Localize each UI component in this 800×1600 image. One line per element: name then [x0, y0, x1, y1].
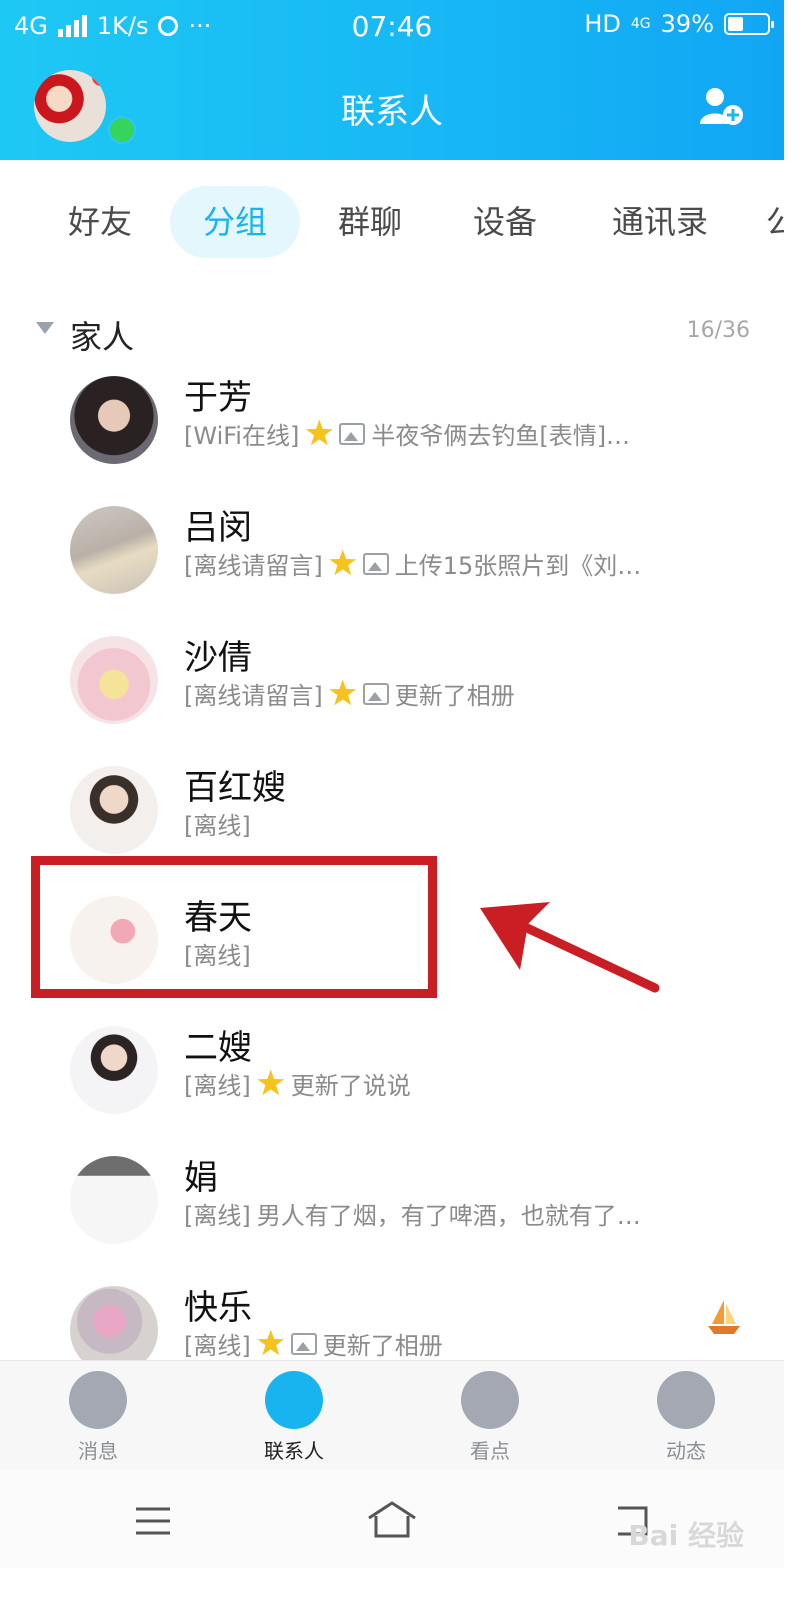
nav-feed[interactable]: 动态 — [626, 1371, 746, 1464]
image-icon — [362, 552, 389, 575]
hd-indicator: HD — [584, 10, 621, 38]
collapse-caret-icon — [36, 322, 54, 334]
tab-public[interactable]: 公 — [766, 186, 784, 258]
list-item[interactable]: 吕闵 [离线请留言] 上传15张照片到《刘… — [0, 484, 784, 614]
highlight-box — [31, 856, 437, 998]
contact-avatar — [70, 1026, 158, 1114]
list-item[interactable]: 沙倩 [离线请留言] 更新了相册 — [0, 614, 784, 744]
sailboat-icon — [708, 1300, 740, 1334]
contact-status-line: [WiFi在线] 半夜爷俩去钓鱼[表情]… — [184, 416, 630, 451]
contact-name: 于芳 — [184, 378, 252, 418]
contact-avatar — [70, 1156, 158, 1244]
nav-messages[interactable]: 消息 — [38, 1371, 158, 1464]
tab-group-chats[interactable]: 群聊 — [310, 186, 430, 258]
contact-status-line: [离线] 男人有了烟，有了啤酒，也就有了… — [184, 1196, 641, 1231]
contact-name: 二嫂 — [184, 1028, 252, 1068]
contact-status: [离线请留言] — [184, 682, 323, 710]
list-item[interactable]: 于芳 [WiFi在线] 半夜爷俩去钓鱼[表情]… — [0, 366, 784, 484]
tab-friends[interactable]: 好友 — [40, 186, 160, 258]
contact-name: 吕闵 — [184, 508, 252, 548]
contact-status: [离线] — [184, 1332, 251, 1360]
contact-avatar — [70, 506, 158, 594]
list-item[interactable]: 娟 [离线] 男人有了烟，有了啤酒，也就有了… — [0, 1134, 784, 1264]
battery-fill — [728, 17, 743, 31]
chat-bubble-icon — [69, 1371, 127, 1429]
contact-status: [离线请留言] — [184, 552, 323, 580]
bottom-navigation: 消息 联系人 看点 动态 — [0, 1360, 784, 1470]
network-type-secondary: 4G — [630, 16, 651, 32]
tab-groups[interactable]: 分组 — [170, 186, 300, 258]
contact-status: [离线] — [184, 1072, 251, 1100]
contact-avatar — [70, 376, 158, 464]
contact-name: 快乐 — [184, 1288, 252, 1328]
star-vip-icon — [329, 679, 357, 706]
nav-label: 看点 — [470, 1439, 510, 1463]
page-title: 联系人 — [341, 92, 443, 132]
star-vip-icon — [257, 1069, 285, 1096]
contact-avatar — [70, 636, 158, 724]
contact-status-line: [离线] 更新了相册 — [184, 1326, 443, 1360]
nav-label: 动态 — [666, 1439, 706, 1463]
contact-update: 上传15张照片到《刘… — [394, 552, 642, 580]
contact-status-line: [离线] 更新了说说 — [184, 1066, 411, 1101]
contact-update: 更新了说说 — [290, 1072, 411, 1100]
system-navigation-bar: Bai 经验 — [0, 1470, 784, 1568]
tab-devices[interactable]: 设备 — [445, 186, 565, 258]
nav-discover[interactable]: 看点 — [430, 1371, 550, 1464]
list-item[interactable]: 二嫂 [离线] 更新了说说 — [0, 1004, 784, 1134]
nav-contacts[interactable]: 联系人 — [234, 1371, 354, 1464]
tab-address-book[interactable]: 通讯录 — [580, 186, 740, 258]
group-header-family[interactable]: 家人 16/36 — [0, 304, 784, 360]
contact-status: [WiFi在线] — [184, 422, 300, 450]
arrow-icon — [480, 902, 660, 993]
group-online-count: 16/36 — [686, 318, 750, 343]
battery-percent: 39% — [660, 10, 714, 38]
nav-label: 联系人 — [264, 1439, 324, 1463]
contact-name: 沙倩 — [184, 638, 252, 678]
star-vip-icon — [329, 549, 357, 576]
contact-name: 娟 — [184, 1158, 218, 1198]
battery-icon — [724, 13, 774, 35]
add-contact-icon[interactable] — [698, 86, 744, 126]
contact-update: 更新了相册 — [394, 682, 515, 710]
top-header: 4G 1K/s ··· 07:46 HD 4G 39% 联系人 — [0, 0, 784, 160]
contact-status-line: [离线请留言] 更新了相册 — [184, 676, 515, 711]
nav-label: 消息 — [78, 1439, 118, 1463]
contact-tabs: 好友 分组 群聊 设备 通讯录 公 — [0, 186, 784, 258]
contact-avatar — [70, 1286, 158, 1360]
contact-status-line: [离线] — [184, 806, 251, 841]
image-icon — [339, 422, 366, 445]
image-icon — [290, 1332, 317, 1355]
contact-update: 更新了相册 — [322, 1332, 443, 1360]
list-item[interactable]: 百红嫂 [离线] — [0, 744, 784, 874]
contact-update: 男人有了烟，有了啤酒，也就有了… — [256, 1202, 641, 1230]
contact-status: [离线] — [184, 812, 251, 840]
contact-update: 半夜爷俩去钓鱼[表情]… — [371, 422, 631, 450]
contact-avatar — [70, 766, 158, 854]
contact-name: 百红嫂 — [184, 768, 286, 808]
watermark: Bai 经验 — [628, 1519, 744, 1552]
list-item[interactable]: 快乐 [离线] 更新了相册 — [0, 1264, 784, 1360]
menu-icon[interactable] — [134, 1506, 172, 1536]
home-icon[interactable] — [366, 1500, 418, 1540]
contact-status: [离线] — [184, 1202, 251, 1230]
star-vip-icon — [305, 419, 333, 446]
contacts-person-icon — [265, 1371, 323, 1429]
group-name: 家人 — [70, 318, 135, 356]
star-planet-icon — [657, 1371, 715, 1429]
image-icon — [362, 682, 389, 705]
eye-icon — [461, 1371, 519, 1429]
contact-status-line: [离线请留言] 上传15张照片到《刘… — [184, 546, 641, 581]
star-vip-icon — [257, 1329, 285, 1356]
status-bar: 4G 1K/s ··· 07:46 HD 4G 39% — [0, 0, 784, 56]
